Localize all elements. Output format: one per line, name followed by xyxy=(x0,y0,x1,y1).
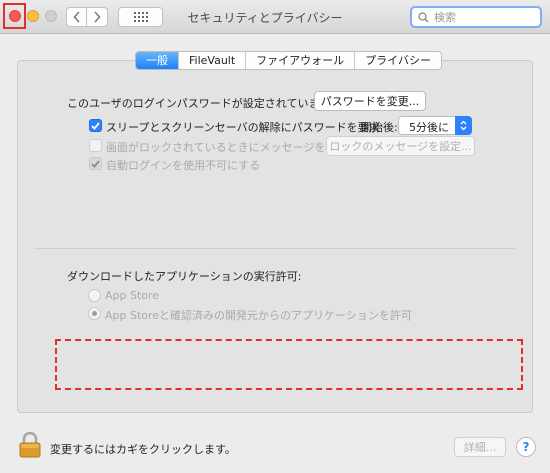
advanced-button[interactable]: 詳細... xyxy=(454,437,506,457)
window-title: セキュリティとプライバシー xyxy=(187,11,343,25)
downloads-heading: ダウンロードしたアプリケーションの実行許可: xyxy=(67,270,302,283)
show-lock-message-label: 画面がロックされているときにメッセージを表示 xyxy=(106,141,348,154)
start-delay-select[interactable]: 5分後に xyxy=(398,116,472,135)
disable-auto-login-label: 自動ログインを使用不可にする xyxy=(106,159,261,172)
app-store-identified-radio-label: App Storeと確認済みの開発元からのアプリケーションを許可 xyxy=(105,309,412,322)
updown-arrows-icon xyxy=(455,116,472,135)
require-password-label: スリープとスクリーンセーバの解除にパスワードを要求 xyxy=(106,121,380,134)
help-button[interactable]: ? xyxy=(516,437,536,457)
search-input[interactable]: 検索 xyxy=(410,6,542,28)
set-lock-message-button[interactable]: ロックのメッセージを設定... xyxy=(326,136,475,156)
tab-firewall[interactable]: ファイアウォール xyxy=(246,52,356,69)
show-lock-message-checkbox[interactable] xyxy=(89,139,102,152)
app-store-identified-radio[interactable] xyxy=(88,307,101,320)
password-status-label: このユーザのログインパスワードが設定されています xyxy=(67,97,331,110)
search-placeholder: 検索 xyxy=(434,11,456,24)
start-delay-value: 5分後に xyxy=(409,121,449,134)
minimize-window-button[interactable] xyxy=(27,10,39,22)
start-after-label: 開始後: xyxy=(361,121,398,134)
change-password-button[interactable]: パスワードを変更... xyxy=(314,91,426,111)
tab-privacy[interactable]: プライバシー xyxy=(355,52,441,69)
tab-bar: 一般 FileVault ファイアウォール プライバシー xyxy=(135,51,442,70)
require-password-checkbox[interactable] xyxy=(89,119,102,132)
lock-icon[interactable] xyxy=(19,432,41,458)
zoom-window-button[interactable] xyxy=(45,10,57,22)
back-button[interactable] xyxy=(66,7,87,27)
checkmark-icon xyxy=(91,159,100,168)
checkmark-icon xyxy=(91,121,100,130)
chevron-left-icon xyxy=(72,11,80,23)
section-divider xyxy=(34,248,515,249)
search-icon xyxy=(418,11,429,23)
app-store-radio-label: App Store xyxy=(105,289,160,302)
lock-instruction-text: 変更するにはカギをクリックします。 xyxy=(50,443,236,456)
forward-button[interactable] xyxy=(87,7,108,27)
close-button-highlight xyxy=(3,3,26,29)
title-bar: セキュリティとプライバシー 検索 xyxy=(0,0,550,34)
tab-general[interactable]: 一般 xyxy=(136,52,179,69)
highlight-dashed-region xyxy=(55,339,523,390)
tab-filevault[interactable]: FileVault xyxy=(179,52,247,69)
chevron-right-icon xyxy=(94,11,101,23)
radio-selected-dot xyxy=(92,311,97,316)
grid-icon xyxy=(133,12,148,22)
app-store-radio[interactable] xyxy=(88,289,101,302)
show-all-button[interactable] xyxy=(118,7,163,27)
disable-auto-login-checkbox[interactable] xyxy=(89,157,102,170)
